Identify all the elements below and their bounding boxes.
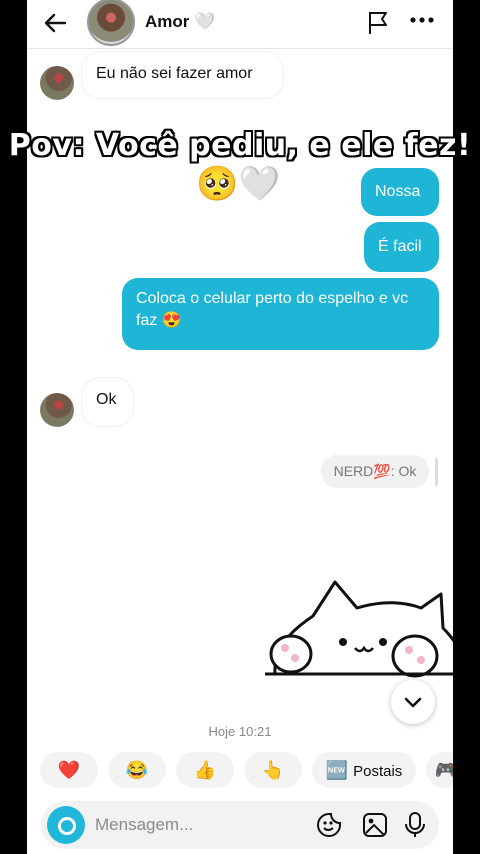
heart-icon: ❤️ [57,760,81,780]
message-text: Ok [96,391,117,408]
camera-icon [58,817,76,835]
message-text: É facil [378,238,422,255]
quick-reaction-postais[interactable]: 🆕 Postais [312,752,416,788]
contact-avatar[interactable] [87,0,135,46]
quick-reaction-game[interactable]: 🎮 [426,752,453,788]
postais-label: Postais [353,763,403,780]
outgoing-message[interactable]: Coloca o celular perto do espelho e vc f… [122,278,439,350]
message-input[interactable]: Mensagem... [95,815,193,835]
reply-indicator-bar [435,458,438,486]
outgoing-message[interactable]: É facil [364,222,439,272]
pov-caption: Pov: Você pediu, e ele fez! [8,128,472,163]
message-text: Nossa [375,183,421,200]
calendar-icon: 🆕 [325,760,349,780]
quick-reaction-heart[interactable]: ❤️ [40,752,98,788]
game-controller-icon: 🎮 [434,760,453,780]
image-gallery-icon[interactable] [361,811,389,839]
reply-preview[interactable]: NERD💯: Ok [321,455,429,488]
thumbs-up-icon: 👍 [193,760,217,780]
incoming-message[interactable]: Eu não sei fazer amor [82,52,283,98]
scroll-to-bottom-button[interactable] [391,680,435,724]
flag-icon[interactable] [365,8,391,36]
sender-avatar[interactable] [40,393,74,427]
point-up-icon: 👆 [261,760,285,780]
sticker-icon[interactable] [315,811,343,839]
message-text: Coloca o celular perto do espelho e vc f… [136,290,409,329]
timestamp: Hoje 10:21 [208,724,272,739]
camera-button[interactable] [47,806,85,844]
back-arrow-icon[interactable] [41,8,71,38]
laughing-emoji-icon: 😂 [125,760,149,780]
cat-sticker[interactable] [265,576,453,684]
contact-name[interactable]: Amor 🤍 [145,12,215,32]
chat-header: Amor 🤍 [27,0,453,49]
incoming-message[interactable]: Ok [82,378,133,426]
more-options-icon[interactable] [407,10,437,30]
quick-reaction-thumbs-up[interactable]: 👍 [176,752,234,788]
outgoing-message[interactable]: Nossa [361,168,439,216]
message-text: Eu não sei fazer amor [96,65,253,82]
message-composer: Mensagem... [41,801,439,849]
chevron-down-icon [404,697,422,708]
caption-emojis: 🥺🤍 [196,165,281,203]
microphone-icon[interactable] [401,811,429,839]
quick-reaction-point-up[interactable]: 👆 [244,752,302,788]
quick-reaction-laugh[interactable]: 😂 [108,752,166,788]
sender-avatar[interactable] [40,66,74,100]
